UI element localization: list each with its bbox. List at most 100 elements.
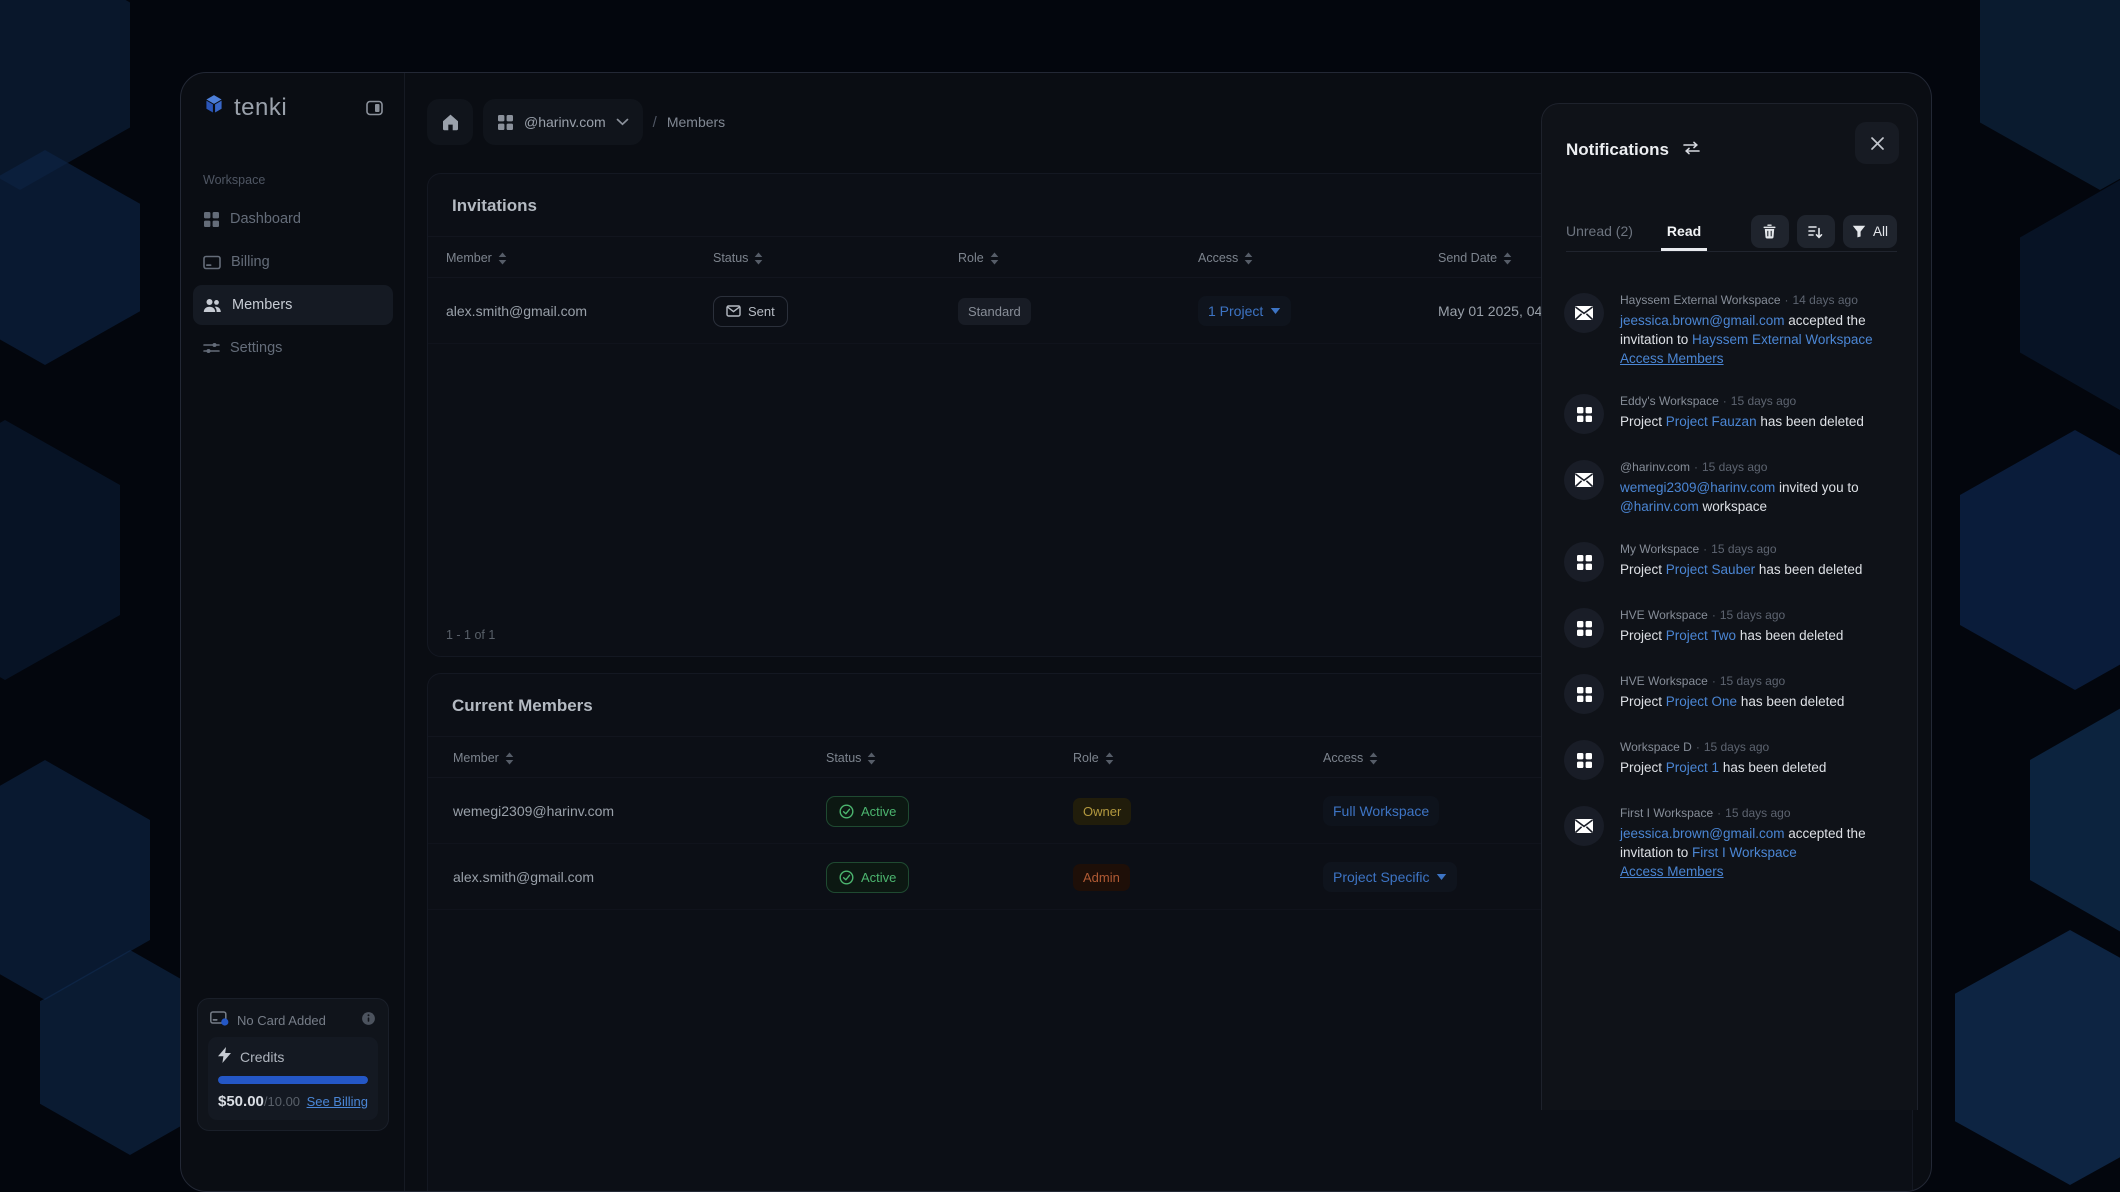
sidebar-item-dashboard[interactable]: Dashboard: [193, 199, 393, 239]
notification-avatar: [1564, 740, 1604, 780]
access-value[interactable]: Full Workspace: [1323, 796, 1439, 826]
card-icon: [203, 255, 221, 270]
logo-text: tenki: [234, 94, 287, 122]
notification-time: 15 days ago: [1704, 740, 1769, 754]
notification-item[interactable]: Hayssem External Workspace·14 days agoje…: [1564, 280, 1895, 381]
role-badge: Admin: [1073, 864, 1130, 891]
notification-item[interactable]: Workspace D·15 days agoProject Project 1…: [1564, 727, 1895, 793]
column-header-access[interactable]: Access: [1198, 237, 1253, 279]
tab-unread[interactable]: Unread (2): [1566, 223, 1633, 241]
role-badge: Owner: [1073, 798, 1131, 825]
filter-icon: [1852, 225, 1866, 238]
dropdown-triangle-icon: [1436, 873, 1447, 881]
grid-icon: [1576, 752, 1593, 769]
credits-box: Credits $50.00 /10.00 See Billing: [208, 1037, 378, 1120]
envelope-icon: [1574, 818, 1594, 834]
breadcrumb-page: Members: [667, 114, 725, 130]
send-date: May 01 2025, 04:: [1438, 303, 1546, 319]
grid-icon: [1576, 406, 1593, 423]
home-button[interactable]: [427, 99, 473, 145]
notification-avatar: [1564, 806, 1604, 846]
notifications-tabs: Unread (2) Read All: [1566, 212, 1897, 252]
column-header-member[interactable]: Member: [453, 737, 514, 779]
notification-avatar: [1564, 674, 1604, 714]
notification-workspace: First I Workspace: [1620, 806, 1713, 820]
notification-item[interactable]: HVE Workspace·15 days agoProject Project…: [1564, 595, 1895, 661]
column-header-send-date[interactable]: Send Date: [1438, 237, 1512, 279]
notification-text: Project Project Sauber has been deleted: [1620, 560, 1895, 579]
filter-all-label: All: [1873, 224, 1888, 239]
notification-workspace: Workspace D: [1620, 740, 1692, 754]
notification-settings-icon[interactable]: [1683, 141, 1700, 160]
notification-workspace: HVE Workspace: [1620, 674, 1708, 688]
sort-arrows-icon: [867, 752, 876, 765]
current-members-title: Current Members: [452, 696, 593, 716]
sort-arrows-icon: [754, 252, 763, 265]
trash-icon: [1763, 224, 1776, 239]
breadcrumb: @harinv.com / Members: [427, 99, 725, 145]
column-header-status[interactable]: Status: [713, 237, 763, 279]
notification-time: 15 days ago: [1731, 394, 1796, 408]
sidebar-section-label: Workspace: [203, 173, 265, 187]
notification-item[interactable]: HVE Workspace·15 days agoProject Project…: [1564, 661, 1895, 727]
access-members-link[interactable]: Access Members: [1620, 351, 1724, 366]
sidebar-item-label: Settings: [230, 340, 282, 356]
notification-avatar: [1564, 394, 1604, 434]
notification-text: Project Project Fauzan has been deleted: [1620, 412, 1895, 431]
envelope-icon: [1574, 305, 1594, 321]
column-header-role[interactable]: Role: [1073, 737, 1114, 779]
access-dropdown[interactable]: 1 Project: [1198, 296, 1291, 326]
column-header-member[interactable]: Member: [446, 237, 507, 279]
workspace-switcher[interactable]: @harinv.com: [483, 99, 643, 145]
see-billing-link[interactable]: See Billing: [307, 1094, 368, 1109]
users-icon: [203, 298, 222, 313]
notification-avatar: [1564, 608, 1604, 648]
notification-workspace: @harinv.com: [1620, 460, 1690, 474]
notification-time: 15 days ago: [1711, 542, 1776, 556]
notifications-title: Notifications: [1566, 140, 1669, 160]
billing-card: No Card Added Credits $50.00 /10.00 S: [197, 998, 389, 1131]
envelope-icon: [726, 305, 741, 317]
sidebar-collapse-icon[interactable]: [363, 98, 385, 118]
sidebar-item-members[interactable]: Members: [193, 285, 393, 325]
sidebar: tenki Workspace Dashboard Billing Members S…: [181, 73, 405, 1191]
breadcrumb-separator: /: [653, 114, 657, 131]
credits-progress-bar: [218, 1076, 368, 1084]
delete-notifications-button[interactable]: [1751, 215, 1789, 248]
filter-all-button[interactable]: All: [1843, 215, 1897, 248]
member-email: wemegi2309@harinv.com: [453, 803, 614, 819]
grid-icon: [203, 211, 220, 228]
info-icon[interactable]: [361, 1011, 376, 1029]
column-header-role[interactable]: Role: [958, 237, 999, 279]
tab-read[interactable]: Read: [1667, 223, 1701, 241]
notification-item[interactable]: Eddy's Workspace·15 days agoProject Proj…: [1564, 381, 1895, 447]
sidebar-item-billing[interactable]: Billing: [193, 242, 393, 282]
sort-notifications-button[interactable]: [1797, 215, 1835, 248]
credits-amount: $50.00: [218, 1093, 264, 1110]
sidebar-item-label: Billing: [231, 254, 270, 270]
column-header-access[interactable]: Access: [1323, 737, 1378, 779]
notification-avatar: [1564, 460, 1604, 500]
invitation-member-email: alex.smith@gmail.com: [446, 303, 587, 319]
sidebar-item-settings[interactable]: Settings: [193, 328, 393, 368]
sort-arrows-icon: [1105, 752, 1114, 765]
role-badge: Standard: [958, 298, 1031, 325]
notification-avatar: [1564, 293, 1604, 333]
notification-item[interactable]: @harinv.com·15 days agowemegi2309@harinv…: [1564, 447, 1895, 529]
notification-item[interactable]: My Workspace·15 days agoProject Project …: [1564, 529, 1895, 595]
notification-item[interactable]: First I Workspace·15 days agojeessica.br…: [1564, 793, 1895, 894]
notification-text: jeessica.brown@gmail.com accepted the in…: [1620, 311, 1895, 349]
bolt-icon: [218, 1047, 232, 1066]
card-icon: [210, 1011, 229, 1029]
workspace-name: @harinv.com: [524, 114, 606, 130]
notification-time: 15 days ago: [1702, 460, 1767, 474]
no-card-label: No Card Added: [237, 1013, 326, 1028]
access-dropdown[interactable]: Project Specific: [1323, 862, 1457, 892]
notification-workspace: My Workspace: [1620, 542, 1699, 556]
column-header-status[interactable]: Status: [826, 737, 876, 779]
grid-icon: [1576, 686, 1593, 703]
close-button[interactable]: [1855, 122, 1899, 164]
check-circle-icon: [839, 804, 854, 819]
access-members-link[interactable]: Access Members: [1620, 864, 1724, 879]
member-email: alex.smith@gmail.com: [453, 869, 594, 885]
